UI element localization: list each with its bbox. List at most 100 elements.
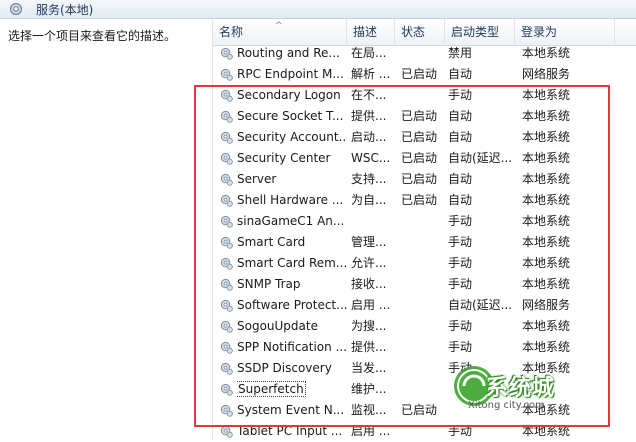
service-status (401, 43, 447, 64)
table-row[interactable]: Secondary Logon 在不... 手动 本地系统 (213, 85, 636, 106)
column-header-name[interactable]: ^ 名称 (213, 19, 347, 45)
description-pane: 选择一个项目来查看它的描述。 (0, 19, 212, 439)
gear-icon (220, 68, 233, 81)
service-name: System Event N... (237, 403, 345, 417)
service-status (401, 211, 447, 232)
window-titlebar: 服务(本地) (0, 0, 636, 19)
table-row[interactable]: System Event N... 监视... 已启动 本地系统 (213, 400, 636, 421)
service-description: 为搜... (351, 319, 387, 333)
window-title: 服务(本地) (36, 3, 94, 17)
column-header-desc[interactable]: 描述 (347, 19, 395, 45)
gear-icon (220, 152, 233, 165)
service-logon-as: 本地系统 (522, 88, 571, 102)
service-startup-type: 手动 (448, 256, 473, 270)
service-logon-as: 本地系统 (522, 361, 571, 375)
service-startup-type: 禁用 (448, 46, 473, 60)
service-startup-type: 自动(延迟... (448, 298, 513, 312)
service-status: 已启动 (401, 130, 438, 144)
column-header-startup-type[interactable]: 启动类型 (445, 19, 515, 45)
service-logon-as (522, 379, 618, 400)
table-row[interactable]: sinaGameC1 An... 手动 本地系统 (213, 211, 636, 232)
services-gear-icon (10, 3, 22, 15)
service-description: 启动... (351, 130, 387, 144)
column-header-logon-label: 登录为 (521, 25, 558, 39)
service-logon-as: 本地系统 (522, 46, 571, 60)
gear-icon (220, 404, 233, 417)
service-description: 维护... (351, 382, 387, 396)
description-prompt: 选择一个项目来查看它的描述。 (8, 29, 177, 43)
table-row[interactable]: Server 支持... 已启动 自动 本地系统 (213, 169, 636, 190)
service-status: 已启动 (401, 67, 438, 81)
service-name: Security Account... (237, 130, 347, 144)
sort-up-icon: ^ (275, 21, 283, 31)
service-logon-as: 网络服务 (522, 298, 571, 312)
service-status (401, 379, 447, 400)
service-name: SogouUpdate (237, 319, 318, 333)
table-row[interactable]: SogouUpdate 为搜... 手动 本地系统 (213, 316, 636, 337)
service-description (351, 211, 395, 232)
service-description: 监视... (351, 403, 387, 417)
service-startup-type: 手动 (448, 361, 473, 375)
table-row[interactable]: Secure Socket T... 提供... 已启动 自动 本地系统 (213, 106, 636, 127)
column-header-name-label: 名称 (219, 25, 244, 39)
table-row[interactable]: Smart Card Rem... 允许... 手动 本地系统 (213, 253, 636, 274)
gear-icon (220, 47, 233, 60)
service-status (401, 85, 447, 106)
service-name: Secure Socket T... (237, 109, 344, 123)
service-name: RPC Endpoint M... (237, 67, 344, 81)
service-startup-type: 自动 (448, 193, 473, 207)
table-row[interactable]: Smart Card 管理... 手动 本地系统 (213, 232, 636, 253)
service-description: 提供... (351, 109, 387, 123)
column-header-logon[interactable]: 登录为 (515, 19, 615, 45)
service-logon-as: 本地系统 (522, 340, 571, 354)
service-startup-type (448, 379, 514, 400)
service-description: 启用 ... (351, 298, 391, 312)
service-status: 已启动 (401, 193, 438, 207)
service-description: 管理... (351, 235, 387, 249)
table-body: Routing and Re... 在局... 禁用 本地系统 RPC Endpoint… (213, 43, 636, 442)
service-name: SPP Notification ... (237, 340, 347, 354)
column-header-status[interactable]: 状态 (395, 19, 445, 45)
service-name: Secondary Logon (237, 88, 341, 102)
service-logon-as: 本地系统 (522, 403, 571, 417)
service-name: Routing and Re... (237, 46, 340, 60)
service-status: 已启动 (401, 151, 438, 165)
table-row[interactable]: SPP Notification ... 提供... 手动 本地系统 (213, 337, 636, 358)
service-startup-type: 自动 (448, 67, 473, 81)
gear-icon (220, 89, 233, 102)
service-logon-as: 本地系统 (522, 193, 571, 207)
service-startup-type: 手动 (448, 319, 473, 333)
table-row[interactable]: SSDP Discovery 当发... 手动 本地系统 (213, 358, 636, 379)
service-description: 允许... (351, 256, 387, 270)
service-logon-as: 网络服务 (522, 67, 571, 81)
service-status (401, 358, 447, 379)
gear-icon (220, 320, 233, 333)
table-row[interactable]: Security Center WSC... 已启动 自动(延迟... 本地系统 (213, 148, 636, 169)
service-startup-type: 自动 (448, 172, 473, 186)
service-logon-as: 本地系统 (522, 319, 571, 333)
service-description: 提供... (351, 340, 387, 354)
service-logon-as: 本地系统 (522, 277, 571, 291)
table-row[interactable]: Routing and Re... 在局... 禁用 本地系统 (213, 43, 636, 64)
service-startup-type: 手动 (448, 340, 473, 354)
service-status (401, 232, 447, 253)
gear-icon (220, 278, 233, 291)
table-row[interactable]: Security Account... 启动... 已启动 自动 本地系统 (213, 127, 636, 148)
table-row[interactable]: Software Protect... 启用 ... 自动(延迟... 网络服务 (213, 295, 636, 316)
table-row[interactable]: SNMP Trap 接收... 手动 本地系统 (213, 274, 636, 295)
service-status: 已启动 (401, 403, 438, 417)
service-logon-as: 本地系统 (522, 172, 571, 186)
service-startup-type (448, 400, 514, 421)
service-description: 在局... (351, 46, 387, 60)
service-startup-type: 手动 (448, 235, 473, 249)
service-description: 为自... (351, 193, 387, 207)
column-header-status-label: 状态 (401, 25, 426, 39)
gear-icon (220, 236, 233, 249)
table-row[interactable]: RPC Endpoint M... 解析 ... 已启动 自动 网络服务 (213, 64, 636, 85)
service-startup-type: 自动 (448, 109, 473, 123)
service-name: Server (237, 172, 277, 186)
gear-icon (220, 110, 233, 123)
gear-icon (220, 341, 233, 354)
table-row[interactable]: Shell Hardware ... 为自... 已启动 自动 本地系统 (213, 190, 636, 211)
table-row[interactable]: Superfetch 维护... (213, 379, 636, 400)
